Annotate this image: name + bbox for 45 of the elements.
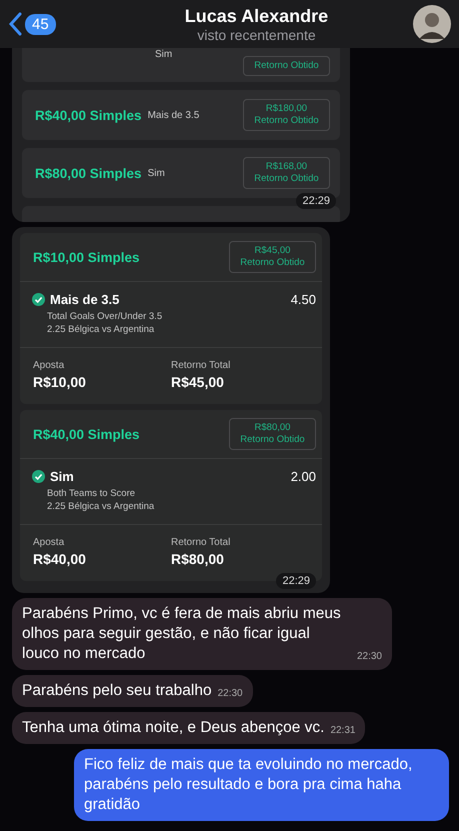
return-amount: R$80,00 [254, 422, 290, 434]
total-return-label: Retorno Total [171, 360, 232, 371]
bet-pick: Sim [148, 168, 166, 178]
message-text: Fico feliz de mais que ta evoluindo no mercado, parabéns pelo resultado e bora pra cima haha gratidão [84, 755, 414, 815]
odds: 2.00 [290, 469, 316, 484]
bet-title: R$10,00 Simples [33, 250, 140, 264]
selection-name: Sim [50, 469, 74, 484]
stake-label: Aposta [33, 360, 66, 371]
bet-pick: Sim [155, 49, 174, 60]
avatar[interactable] [413, 5, 451, 43]
message-time: 22:29 [276, 573, 316, 589]
bet-title: R$40,00 Simples [35, 108, 142, 122]
market-name: Both Teams to Score [46, 488, 136, 499]
event-name: 2.25 Bélgica vs Argentina [46, 324, 156, 335]
contact-name[interactable]: Lucas Alexandre [184, 6, 328, 26]
return-amount: R$180,00 [266, 103, 308, 115]
return-label: Retorno Obtido [240, 257, 305, 269]
message-text: Parabéns Primo, vc é fera de mais abriu meus olhos para seguir gestão, e não ficar igual louco no mercado [22, 604, 342, 664]
return-label: Retorno Obtido [254, 115, 319, 127]
stake-label: Aposta [33, 537, 66, 548]
return-label: Retorno Obtido [240, 434, 305, 446]
return-label: Retorno Obtido [254, 173, 319, 185]
market-name: Total Goals Over/Under 3.5 [46, 311, 164, 322]
contact-status: visto recentemente [197, 26, 316, 42]
odds: 4.50 [290, 292, 316, 307]
stake-amount: R$40,00 [33, 551, 87, 567]
selection-name: Mais de 3.5 [50, 292, 120, 307]
bet-title: R$80,00 Simples [35, 166, 142, 180]
return-amount: R$45,00 [254, 245, 290, 257]
return-amount: R$168,00 [266, 161, 308, 173]
message-text: Tenha uma ótima noite, e Deus abençoe vc. [22, 718, 324, 738]
total-return-amount: R$45,00 [171, 374, 225, 390]
bet-title: R$40,00 Simples [33, 426, 140, 442]
message-time: 22:30 [356, 650, 382, 664]
total-return-amount: R$80,00 [171, 551, 225, 567]
message-time: 22:31 [330, 724, 356, 738]
bet-pick: Mais de 3.5 [148, 110, 200, 120]
return-label: Retorno Obtido [254, 60, 319, 72]
stake-amount: R$10,00 [33, 374, 87, 390]
back-icon[interactable] [8, 12, 22, 36]
message-text: Parabéns pelo seu trabalho [22, 681, 212, 701]
event-name: 2.25 Bélgica vs Argentina [46, 501, 156, 512]
message-time: 22:29 [296, 193, 336, 209]
total-return-label: Retorno Total [171, 537, 232, 548]
message-time: 22:30 [218, 687, 243, 701]
